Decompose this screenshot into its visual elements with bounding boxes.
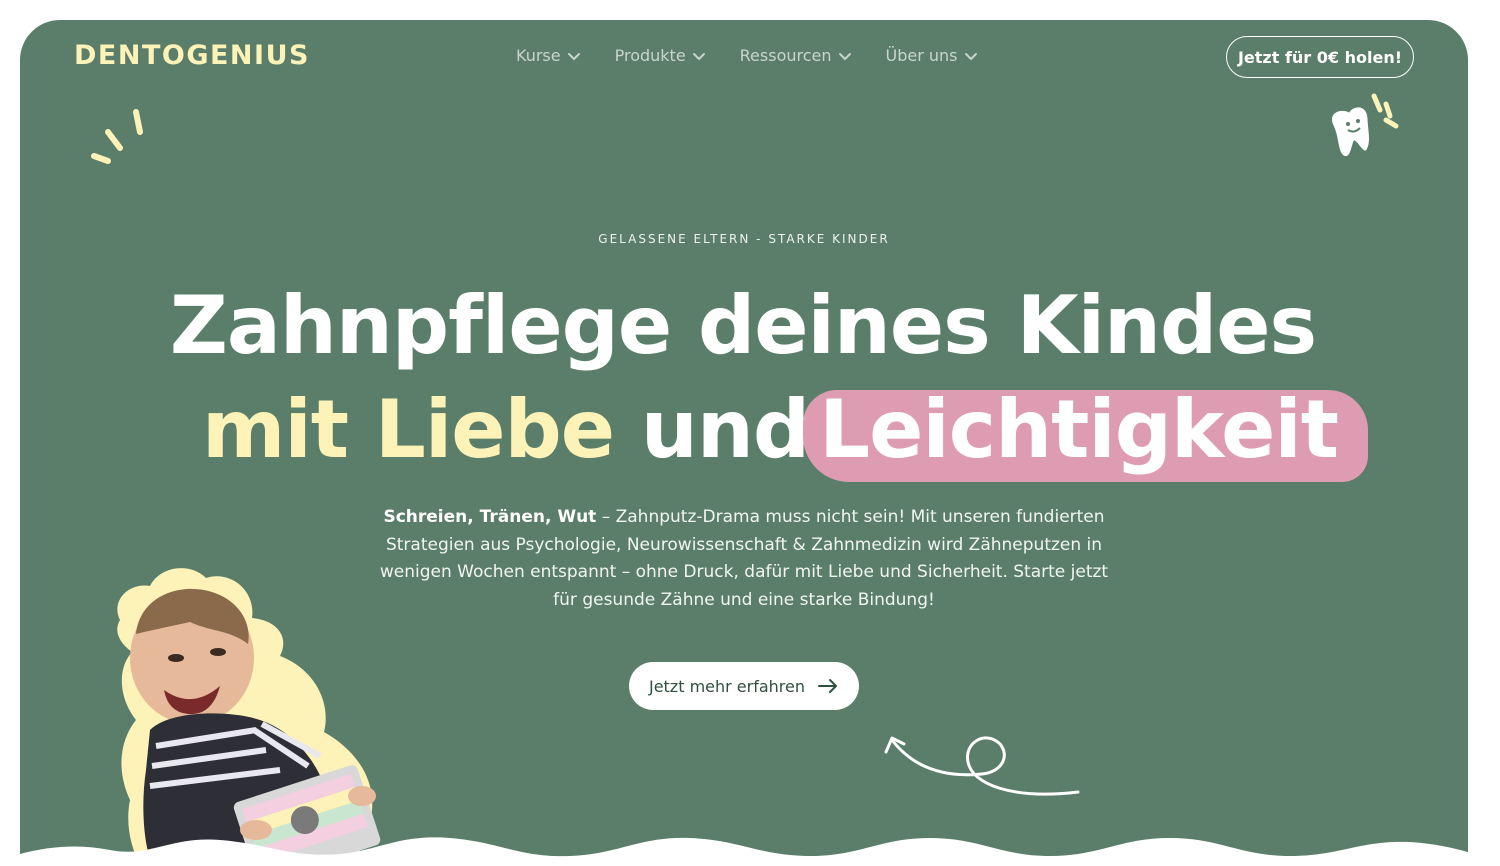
eyebrow-text: GELASSENE ELTERN - STARKE KINDER xyxy=(598,232,890,246)
main-nav: Kurse Produkte Ressourcen Über uns xyxy=(516,46,978,65)
nav-item-kurse[interactable]: Kurse xyxy=(516,46,581,65)
nav-item-ueber-uns[interactable]: Über uns xyxy=(886,46,978,65)
headline-line-1: Zahnpflege deines Kindes xyxy=(169,279,1317,372)
chevron-down-icon xyxy=(838,52,851,60)
hero-description: Schreien, Tränen, Wut – Zahnputz-Drama m… xyxy=(368,504,1120,614)
nav-item-produkte[interactable]: Produkte xyxy=(615,46,706,65)
logo[interactable]: DENTOGENIUS xyxy=(74,40,310,71)
headline-connector: und xyxy=(640,383,810,476)
chevron-down-icon xyxy=(567,52,580,60)
tooth-mascot-icon xyxy=(1332,93,1399,157)
chevron-down-icon xyxy=(964,52,977,60)
nav-item-label: Kurse xyxy=(516,46,561,65)
child-with-tablet-image xyxy=(117,568,381,866)
headline-highlight-yellow: mit Liebe xyxy=(202,383,615,476)
curly-arrow-icon xyxy=(884,736,1080,796)
get-free-button[interactable]: Jetzt für 0€ holen! xyxy=(1226,36,1414,78)
nav-item-label: Über uns xyxy=(885,46,958,65)
learn-more-button[interactable]: Jetzt mehr erfahren xyxy=(629,662,859,710)
arrow-right-icon xyxy=(818,679,838,693)
bottom-wave-divider xyxy=(20,837,1468,866)
learn-more-label: Jetzt mehr erfahren xyxy=(648,676,806,696)
nav-item-ressourcen[interactable]: Ressourcen xyxy=(740,46,852,65)
headline-pink-word: Leichtigkeit xyxy=(819,383,1339,476)
nav-item-label: Produkte xyxy=(614,46,686,65)
nav-item-label: Ressourcen xyxy=(739,46,832,65)
headline-highlight-pink: Leichtigkeit xyxy=(803,382,1369,482)
chevron-down-icon xyxy=(692,52,705,60)
hero-section: DENTOGENIUS Kurse Produkte Ressourcen Üb… xyxy=(20,20,1468,866)
sparkle-lines-icon xyxy=(91,109,143,164)
hero-description-bold: Schreien, Tränen, Wut xyxy=(383,507,597,527)
headline-line-2: mit Liebe und Leichtigkeit xyxy=(202,382,1369,482)
